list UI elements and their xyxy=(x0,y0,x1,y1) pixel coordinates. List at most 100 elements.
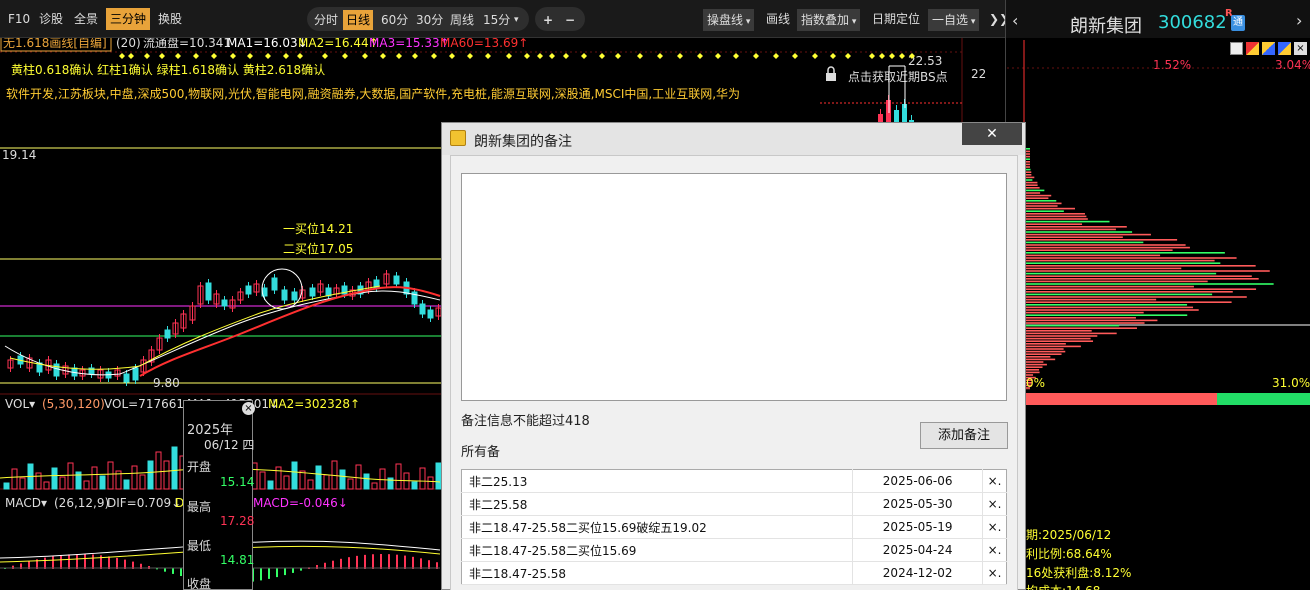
vol-params: (5,30,120) xyxy=(42,397,105,411)
macd-bar xyxy=(108,556,110,569)
chip-bar xyxy=(1026,278,1259,280)
period-intraday[interactable]: 分时 xyxy=(314,10,338,30)
zoom-out-button[interactable]: − xyxy=(565,10,575,30)
notes-table: 非二25.13 2025-06-06 ×. 非二25.58 2025-05-30 ×. 非二… xyxy=(461,469,1007,585)
tooltip-close-icon[interactable]: × xyxy=(242,402,255,415)
chip-bar xyxy=(1026,319,1158,322)
profit-chip: 16处获利盘:8.12% xyxy=(1026,566,1132,580)
ma2-value: MA2=16.44↑ xyxy=(298,38,379,50)
dialog-close-button[interactable]: ✕ xyxy=(962,123,1022,145)
draw-line-dropdown[interactable]: 操盘线 ▾ xyxy=(703,9,755,31)
volume-bar xyxy=(99,475,106,490)
chip-bar xyxy=(1026,356,1051,358)
chip-bar xyxy=(1026,207,1075,210)
dialog-titlebar[interactable]: 朗新集团的备注 ✕ xyxy=(442,123,1025,155)
top-toolbar: F10 诊股 全景 三分钟 换股 分时 日线 60分 30分 周线 15分 ▾ … xyxy=(0,0,1009,38)
note-dialog: 朗新集团的备注 ✕ 备注信息不能超过418 所有备 添加备注 非二25.13 20… xyxy=(441,122,1026,590)
volume-bar xyxy=(51,467,58,490)
chip-bar xyxy=(1026,220,1110,223)
candle-body xyxy=(309,287,316,297)
date-locate-button[interactable]: 日期定位 xyxy=(868,8,924,30)
tooltip-low-label: 最低 xyxy=(187,539,212,553)
volume-bar xyxy=(411,481,418,490)
candle-body xyxy=(132,367,139,381)
tooltip-high-label: 最高 xyxy=(187,500,212,514)
chip-bar xyxy=(1026,179,1033,181)
diagnose-button[interactable]: 诊股 xyxy=(35,8,67,30)
candle-body xyxy=(123,373,130,383)
zoom-in-button[interactable]: + xyxy=(543,10,553,30)
table-row[interactable]: 非二25.58 2025-05-30 ×. xyxy=(461,492,1007,516)
macd-bar xyxy=(60,555,62,569)
ma-params: (20) xyxy=(116,38,141,50)
chip-bar xyxy=(1026,296,1247,298)
ma3-value: MA3=15.33↑ xyxy=(369,38,450,50)
period-dropdown-icon[interactable]: ▾ xyxy=(514,10,519,30)
chip-bar xyxy=(1026,239,1178,241)
bs-hint-link[interactable]: 点击获取近期BS点 xyxy=(848,70,948,84)
chip-bar xyxy=(1026,228,1116,231)
f10-button[interactable]: F10 xyxy=(4,8,34,30)
period-15min[interactable]: 15分 xyxy=(483,10,510,30)
back-chevron-icon[interactable]: ‹ xyxy=(1012,11,1018,30)
delete-note-icon[interactable]: ×. xyxy=(982,538,1007,562)
limit-text: 备注信息不能超过418 xyxy=(461,414,590,429)
forward-chevron-icon[interactable]: › xyxy=(1296,11,1302,30)
chip-bar xyxy=(1026,194,1052,197)
watchlist-dropdown[interactable]: 一自选 ▾ xyxy=(928,9,980,31)
chip-bar xyxy=(1026,332,1117,335)
macd-value: MACD=-0.046↓ xyxy=(253,496,348,510)
chip-bar xyxy=(1026,272,1217,275)
chip-bar xyxy=(1026,233,1151,236)
avg-cost: 均成本:14.68 xyxy=(1026,582,1100,590)
chip-bar xyxy=(1026,213,1085,215)
chip-bar xyxy=(1026,283,1274,285)
note-text-cell: 非二25.13 xyxy=(461,469,854,493)
delete-note-icon[interactable]: ×. xyxy=(982,492,1007,516)
index-overlay-dropdown[interactable]: 指数叠加 ▾ xyxy=(797,9,861,31)
note-date-cell: 2025-06-06 xyxy=(852,469,984,493)
table-row[interactable]: 非二25.13 2025-06-06 ×. xyxy=(461,469,1007,493)
chip-bar xyxy=(1026,291,1233,293)
tag-tong[interactable]: 通 xyxy=(1231,15,1245,31)
period-60min[interactable]: 60分 xyxy=(381,10,408,30)
three-minute-button[interactable]: 三分钟 xyxy=(106,8,151,30)
period-weekly[interactable]: 周线 xyxy=(450,10,474,30)
candle-body xyxy=(164,329,171,339)
chip-bar xyxy=(1026,265,1256,267)
chip-bar xyxy=(1026,298,1157,301)
indicator-selector[interactable]: 无1.618画线[自编] xyxy=(3,38,107,50)
delete-note-icon[interactable]: ×. xyxy=(982,515,1007,539)
add-note-button[interactable]: 添加备注 xyxy=(920,422,1008,449)
delete-note-icon[interactable]: ×. xyxy=(982,469,1007,493)
period-30min[interactable]: 30分 xyxy=(416,10,443,30)
table-row[interactable]: 非二18.47-25.58 2024-12-02 ×. xyxy=(461,561,1007,585)
chip-bar xyxy=(1026,280,1208,283)
chip-bar xyxy=(1026,306,1194,309)
chip-bar xyxy=(1026,166,1030,168)
table-row[interactable]: 非二18.47-25.58二买位15.69 2025-04-24 ×. xyxy=(461,538,1007,562)
chip-bar xyxy=(1026,309,1199,311)
panorama-button[interactable]: 全景 xyxy=(70,8,102,30)
period-daily[interactable]: 日线 xyxy=(343,10,374,30)
vol-selector[interactable]: VOL▾ xyxy=(5,397,35,411)
table-row[interactable]: 非二18.47-25.58二买位15.69破绽五19.02 2025-05-19 ×… xyxy=(461,515,1007,539)
chip-bar xyxy=(1026,161,1030,163)
note-date-cell: 2024-12-02 xyxy=(852,561,984,585)
note-textarea[interactable] xyxy=(461,173,1007,401)
macd-bar xyxy=(260,568,262,581)
draw-button[interactable]: 画线 xyxy=(762,8,794,30)
delete-note-icon[interactable]: ×. xyxy=(982,561,1007,585)
volume-bar xyxy=(171,446,178,490)
switch-stock-button[interactable]: 换股 xyxy=(154,8,186,30)
chip-date: 期:2025/06/12 xyxy=(1026,528,1112,542)
chip-bar xyxy=(1026,181,1038,184)
chip-bar xyxy=(1026,350,1066,353)
chip-bar xyxy=(1026,257,1237,259)
chip-bar xyxy=(1026,327,1137,329)
stock-header: ‹ 朗新集团 300682 R 通 › xyxy=(1006,0,1310,38)
chip-bar xyxy=(1026,163,1030,166)
zero-pct: 0% xyxy=(1026,376,1046,390)
note-text-cell: 非二18.47-25.58 xyxy=(461,561,854,585)
macd-selector[interactable]: MACD▾ xyxy=(5,496,47,510)
